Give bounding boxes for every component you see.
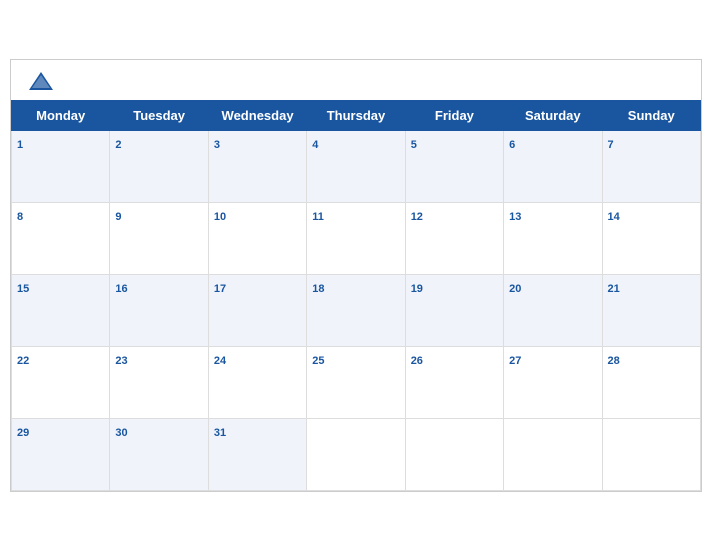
weekday-header-friday: Friday (405, 100, 503, 130)
week-row-4: 22 23 24 25 26 27 28 (12, 346, 701, 418)
day-number-21: 21 (608, 283, 620, 295)
day-cell-31: 31 (208, 418, 306, 490)
day-number-11: 11 (312, 211, 324, 223)
day-cell-28: 28 (602, 346, 700, 418)
day-number-16: 16 (115, 283, 127, 295)
calendar-grid: MondayTuesdayWednesdayThursdayFridaySatu… (11, 100, 701, 491)
day-number-3: 3 (214, 139, 220, 151)
week-row-3: 15 16 17 18 19 20 21 (12, 274, 701, 346)
day-cell-5: 5 (405, 130, 503, 202)
day-number-9: 9 (115, 211, 121, 223)
day-number-12: 12 (411, 211, 423, 223)
day-number-1: 1 (17, 139, 23, 151)
day-number-10: 10 (214, 211, 226, 223)
day-number-8: 8 (17, 211, 23, 223)
day-cell-12: 12 (405, 202, 503, 274)
weekday-header-saturday: Saturday (504, 100, 602, 130)
day-cell-16: 16 (110, 274, 208, 346)
day-cell-20: 20 (504, 274, 602, 346)
day-cell-6: 6 (504, 130, 602, 202)
day-cell-22: 22 (12, 346, 110, 418)
day-cell-23: 23 (110, 346, 208, 418)
weekday-header-sunday: Sunday (602, 100, 700, 130)
day-number-19: 19 (411, 283, 423, 295)
weekday-header-thursday: Thursday (307, 100, 405, 130)
empty-cell (307, 418, 405, 490)
day-cell-11: 11 (307, 202, 405, 274)
day-number-7: 7 (608, 139, 614, 151)
day-cell-19: 19 (405, 274, 503, 346)
calendar-container: MondayTuesdayWednesdayThursdayFridaySatu… (10, 59, 702, 492)
day-number-26: 26 (411, 355, 423, 367)
day-number-2: 2 (115, 139, 121, 151)
day-number-24: 24 (214, 355, 226, 367)
day-cell-3: 3 (208, 130, 306, 202)
day-cell-10: 10 (208, 202, 306, 274)
day-cell-21: 21 (602, 274, 700, 346)
day-number-4: 4 (312, 139, 318, 151)
weekday-header-row: MondayTuesdayWednesdayThursdayFridaySatu… (12, 100, 701, 130)
day-number-29: 29 (17, 427, 29, 439)
week-row-2: 8 9 10 11 12 13 14 (12, 202, 701, 274)
weekday-header-monday: Monday (12, 100, 110, 130)
day-cell-27: 27 (504, 346, 602, 418)
day-cell-15: 15 (12, 274, 110, 346)
day-number-15: 15 (17, 283, 29, 295)
day-cell-9: 9 (110, 202, 208, 274)
logo-area (27, 70, 59, 94)
day-number-6: 6 (509, 139, 515, 151)
day-number-13: 13 (509, 211, 521, 223)
day-number-22: 22 (17, 355, 29, 367)
day-cell-4: 4 (307, 130, 405, 202)
day-number-31: 31 (214, 427, 226, 439)
day-number-25: 25 (312, 355, 324, 367)
day-number-17: 17 (214, 283, 226, 295)
day-cell-14: 14 (602, 202, 700, 274)
week-row-1: 1 2 3 4 5 6 7 (12, 130, 701, 202)
day-cell-17: 17 (208, 274, 306, 346)
day-cell-30: 30 (110, 418, 208, 490)
day-cell-26: 26 (405, 346, 503, 418)
empty-cell (602, 418, 700, 490)
day-cell-13: 13 (504, 202, 602, 274)
day-number-20: 20 (509, 283, 521, 295)
day-cell-1: 1 (12, 130, 110, 202)
day-number-18: 18 (312, 283, 324, 295)
day-cell-7: 7 (602, 130, 700, 202)
day-number-27: 27 (509, 355, 521, 367)
empty-cell (504, 418, 602, 490)
day-number-30: 30 (115, 427, 127, 439)
day-number-14: 14 (608, 211, 620, 223)
day-cell-24: 24 (208, 346, 306, 418)
calendar-header (11, 60, 701, 100)
day-number-5: 5 (411, 139, 417, 151)
weekday-header-tuesday: Tuesday (110, 100, 208, 130)
empty-cell (405, 418, 503, 490)
week-row-5: 29 30 31 (12, 418, 701, 490)
day-cell-2: 2 (110, 130, 208, 202)
day-number-28: 28 (608, 355, 620, 367)
day-cell-29: 29 (12, 418, 110, 490)
day-cell-18: 18 (307, 274, 405, 346)
weekday-header-wednesday: Wednesday (208, 100, 306, 130)
day-cell-8: 8 (12, 202, 110, 274)
logo-icon (27, 70, 55, 94)
day-number-23: 23 (115, 355, 127, 367)
day-cell-25: 25 (307, 346, 405, 418)
